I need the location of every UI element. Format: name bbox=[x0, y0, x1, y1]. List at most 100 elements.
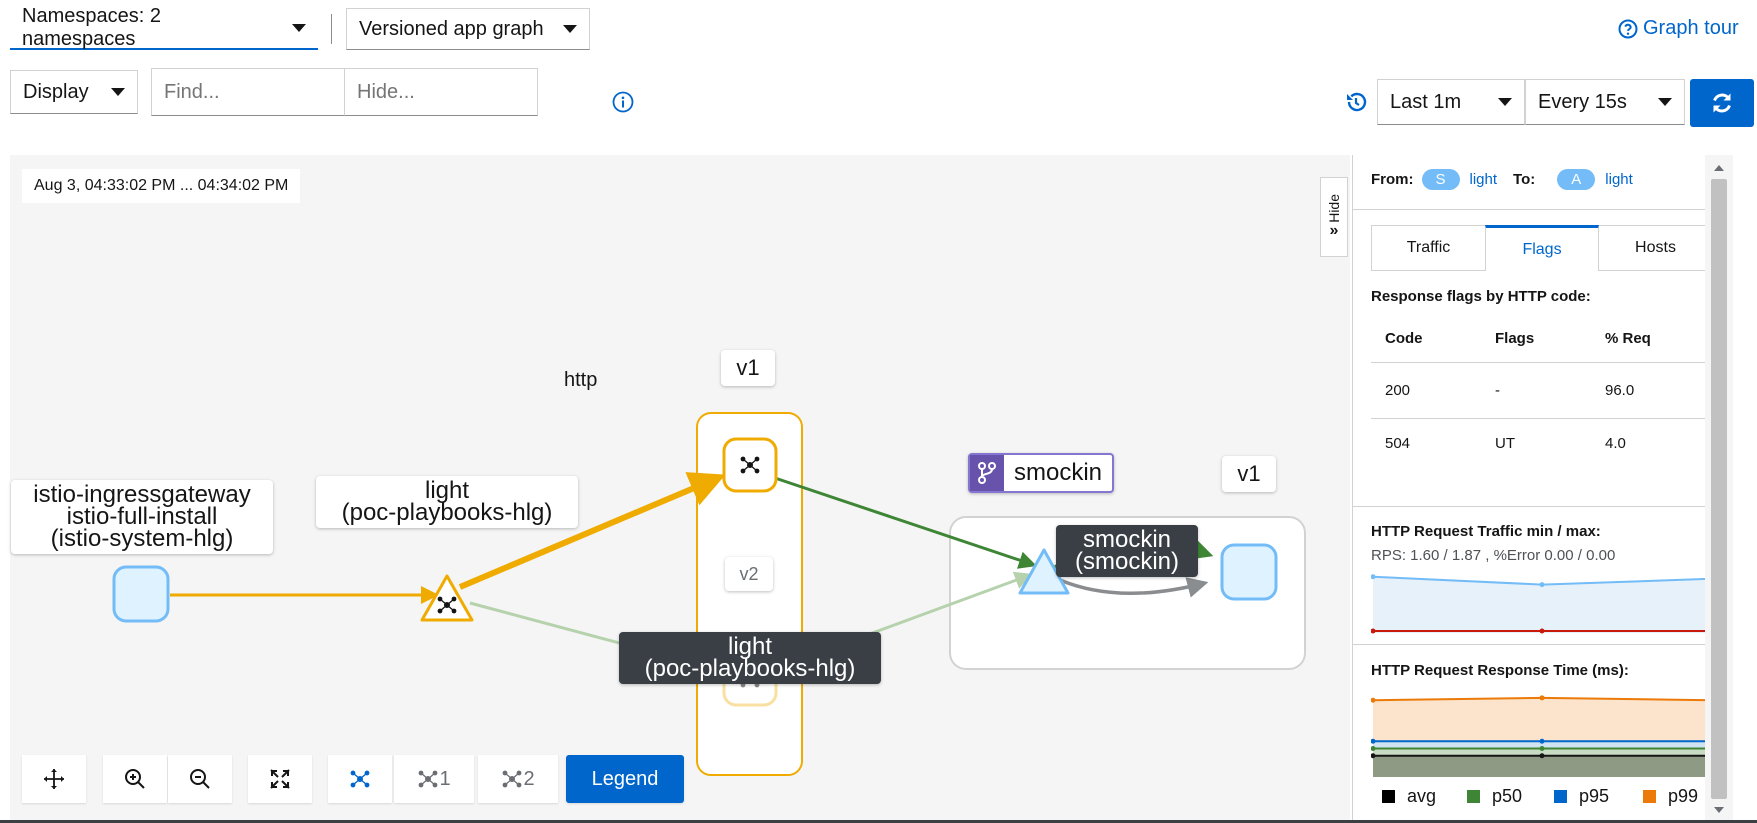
smockin-service-name: smockin bbox=[1014, 459, 1103, 486]
legend-swatch bbox=[1554, 790, 1567, 803]
layout-default-button[interactable] bbox=[328, 755, 392, 803]
hide-panel-toggle[interactable]: Hide » bbox=[1320, 177, 1348, 257]
legend-item-avg: avg bbox=[1382, 786, 1436, 807]
response-time-sparkline bbox=[1371, 695, 1713, 777]
p50-point bbox=[1539, 745, 1545, 751]
header-code: Code bbox=[1385, 330, 1423, 347]
scrollbar-thumb[interactable] bbox=[1711, 179, 1727, 799]
avg-area bbox=[1373, 755, 1711, 777]
gateway-node[interactable] bbox=[112, 565, 170, 623]
graph-type-label: Versioned app graph bbox=[359, 17, 544, 40]
light-app-label: light (poc-playbooks-hlg) bbox=[619, 632, 881, 684]
legend-button[interactable]: Legend bbox=[566, 755, 684, 803]
zoom-out-button[interactable] bbox=[168, 755, 232, 803]
layout-2-button[interactable]: 2 bbox=[478, 755, 558, 803]
display-label: Display bbox=[23, 80, 89, 103]
chevron-down-icon bbox=[111, 88, 125, 96]
smockin-app-namespace: (smockin) bbox=[1074, 548, 1179, 575]
from-name-link[interactable]: light bbox=[1470, 171, 1498, 188]
tab-flags[interactable]: Flags bbox=[1485, 225, 1599, 271]
chevron-down-icon bbox=[1658, 98, 1672, 106]
double-chevron-right-icon: » bbox=[1329, 222, 1339, 240]
to-label: To: bbox=[1513, 171, 1536, 188]
zoom-in-icon bbox=[125, 769, 145, 789]
cell-code: 200 bbox=[1385, 382, 1411, 399]
smockin-v1-node[interactable] bbox=[1220, 543, 1278, 601]
smockin-app-label: smockin (smockin) bbox=[1056, 525, 1198, 577]
legend-item-p99: p99 bbox=[1643, 786, 1698, 807]
smockin-v1-label: v1 bbox=[1222, 456, 1276, 492]
flags-table-header: Code Flags % Req bbox=[1371, 315, 1713, 363]
from-label: From: bbox=[1371, 171, 1414, 188]
scroll-up-icon[interactable] bbox=[1714, 165, 1724, 171]
refresh-interval-label: Every 15s bbox=[1538, 90, 1627, 113]
graph-type-dropdown[interactable]: Versioned app graph bbox=[346, 8, 590, 50]
divider bbox=[1353, 506, 1705, 507]
light-v2-label: v2 bbox=[725, 557, 773, 591]
hide-input[interactable] bbox=[344, 68, 538, 116]
layout-2-label: 2 bbox=[523, 767, 535, 790]
chevron-down-icon bbox=[563, 25, 577, 33]
tab-hosts[interactable]: Hosts bbox=[1599, 225, 1713, 271]
legend-swatch bbox=[1382, 790, 1395, 803]
flags-title: Response flags by HTTP code: bbox=[1371, 288, 1591, 305]
cell-req: 4.0 bbox=[1605, 434, 1626, 452]
traffic-sparkline bbox=[1371, 574, 1713, 634]
legend-item-p95: p95 bbox=[1554, 786, 1609, 807]
layout-1-button[interactable]: 1 bbox=[394, 755, 474, 803]
graph-tour-link[interactable]: Graph tour bbox=[1618, 17, 1739, 40]
legend-label: p95 bbox=[1579, 786, 1610, 806]
light-v1-label: v1 bbox=[721, 350, 775, 386]
to-name-link[interactable]: light bbox=[1605, 171, 1633, 188]
info-icon[interactable] bbox=[612, 91, 634, 113]
table-row: 200 - 96.0 bbox=[1371, 363, 1713, 419]
help-circle-icon bbox=[1618, 19, 1638, 38]
divider bbox=[1353, 644, 1705, 645]
smockin-service-label: smockin bbox=[968, 453, 1115, 493]
gateway-namespace: (istio-system-hlg) bbox=[50, 525, 234, 552]
cell-flags: UT bbox=[1495, 434, 1515, 452]
namespace-dropdown-label: Namespaces: 2 namespaces bbox=[22, 5, 161, 50]
zoom-in-button[interactable] bbox=[103, 755, 167, 803]
zoom-out-icon bbox=[190, 769, 210, 789]
topology-icon bbox=[350, 770, 370, 788]
refresh-button[interactable] bbox=[1690, 79, 1754, 127]
display-dropdown[interactable]: Display bbox=[10, 70, 138, 114]
chevron-down-icon bbox=[1498, 98, 1512, 106]
topology-icon bbox=[503, 770, 522, 788]
refresh-interval-dropdown[interactable]: Every 15s bbox=[1525, 79, 1685, 125]
namespace-dropdown[interactable]: Namespaces: 2 namespaces bbox=[10, 5, 318, 50]
divider bbox=[1353, 209, 1705, 210]
tab-traffic[interactable]: Traffic bbox=[1371, 225, 1485, 271]
history-icon bbox=[1347, 92, 1367, 112]
p99-point bbox=[1539, 695, 1545, 701]
pan-button[interactable] bbox=[22, 755, 86, 803]
graph-canvas[interactable]: Aug 3, 04:33:02 PM ... 04:34:02 PM http … bbox=[10, 155, 1350, 823]
gateway-node-label: istio-ingressgateway istio-full-install … bbox=[11, 480, 273, 554]
to-badge: A bbox=[1557, 169, 1596, 190]
find-input[interactable] bbox=[151, 68, 345, 116]
scroll-down-icon[interactable] bbox=[1714, 807, 1724, 813]
layout-1-label: 1 bbox=[439, 767, 451, 790]
move-icon bbox=[44, 769, 64, 789]
header-flags: Flags bbox=[1495, 330, 1535, 347]
panel-scrollbar[interactable] bbox=[1705, 155, 1733, 823]
traffic-title: HTTP Request Traffic min / max: bbox=[1371, 523, 1601, 540]
topology-icon bbox=[419, 770, 438, 788]
duration-dropdown[interactable]: Last 1m bbox=[1377, 79, 1525, 125]
legend-swatch bbox=[1467, 790, 1480, 803]
error-point bbox=[1539, 628, 1545, 634]
hide-label: Hide bbox=[1326, 193, 1342, 223]
cell-req: 96.0 bbox=[1605, 382, 1635, 399]
traffic-stats: RPS: 1.60 / 1.87 , %Error 0.00 / 0.00 bbox=[1371, 547, 1616, 564]
cell-flags: - bbox=[1495, 382, 1500, 399]
edge-label-http: http bbox=[564, 369, 598, 391]
virtual-service-icon bbox=[970, 455, 1004, 491]
legend-swatch bbox=[1643, 790, 1656, 803]
table-row: 504 UT 4.0 bbox=[1371, 419, 1713, 467]
legend-label: avg bbox=[1407, 786, 1437, 806]
p95-point bbox=[1539, 738, 1545, 744]
fit-to-screen-button[interactable] bbox=[248, 755, 312, 803]
cell-code: 504 bbox=[1385, 434, 1411, 452]
expand-icon bbox=[270, 769, 290, 789]
